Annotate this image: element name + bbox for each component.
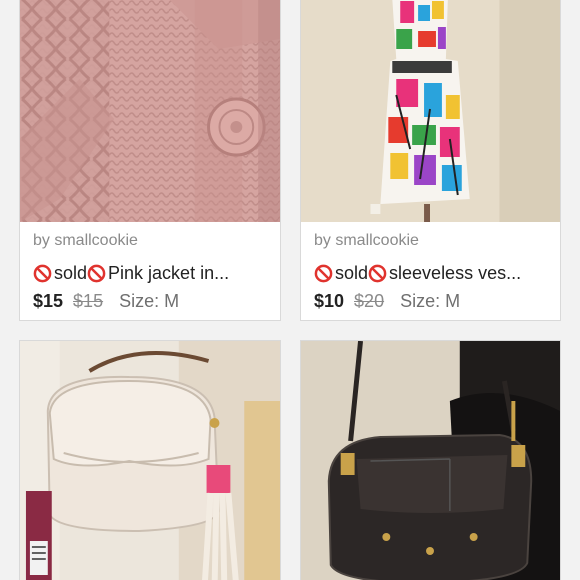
seller-name[interactable]: by smallcookie	[33, 231, 268, 251]
black-bag-photo	[301, 341, 560, 580]
listing-photo[interactable]	[301, 341, 560, 580]
print-dress-photo	[301, 0, 560, 222]
price: $15	[33, 291, 64, 311]
original-price: $15	[73, 291, 104, 311]
price: $10	[314, 291, 345, 311]
title-text: sleeveless ves...	[389, 263, 522, 283]
prohibited-icon	[368, 264, 387, 282]
size-label: Size: M	[400, 291, 461, 311]
listing-card[interactable]: by smallcookie sold Pink jacket in... $1…	[19, 0, 281, 321]
listing-card[interactable]	[19, 340, 281, 580]
listing-photo[interactable]	[20, 341, 280, 580]
listing-title[interactable]: sold Pink jacket in...	[33, 261, 268, 285]
knit-jacket-photo	[20, 0, 280, 222]
price-row: $15 $15 Size: M	[33, 289, 268, 313]
prohibited-icon	[314, 264, 333, 282]
listing-card[interactable]: by smallcookie sold sleeveless ves... $1…	[300, 0, 561, 321]
title-text: Pink jacket in...	[108, 263, 230, 283]
original-price: $20	[354, 291, 385, 311]
listing-title[interactable]: sold sleeveless ves...	[314, 261, 548, 285]
listing-card[interactable]	[300, 340, 561, 580]
price-row: $10 $20 Size: M	[314, 289, 548, 313]
listing-photo[interactable]	[301, 0, 560, 222]
status-label: sold	[335, 263, 369, 283]
white-bag-photo	[20, 341, 280, 580]
prohibited-icon	[33, 264, 52, 282]
status-label: sold	[54, 263, 88, 283]
listing-grid: by smallcookie sold Pink jacket in... $1…	[0, 0, 580, 580]
listing-photo[interactable]	[20, 0, 280, 222]
size-label: Size: M	[119, 291, 180, 311]
prohibited-icon	[87, 264, 106, 282]
seller-name[interactable]: by smallcookie	[314, 231, 548, 251]
